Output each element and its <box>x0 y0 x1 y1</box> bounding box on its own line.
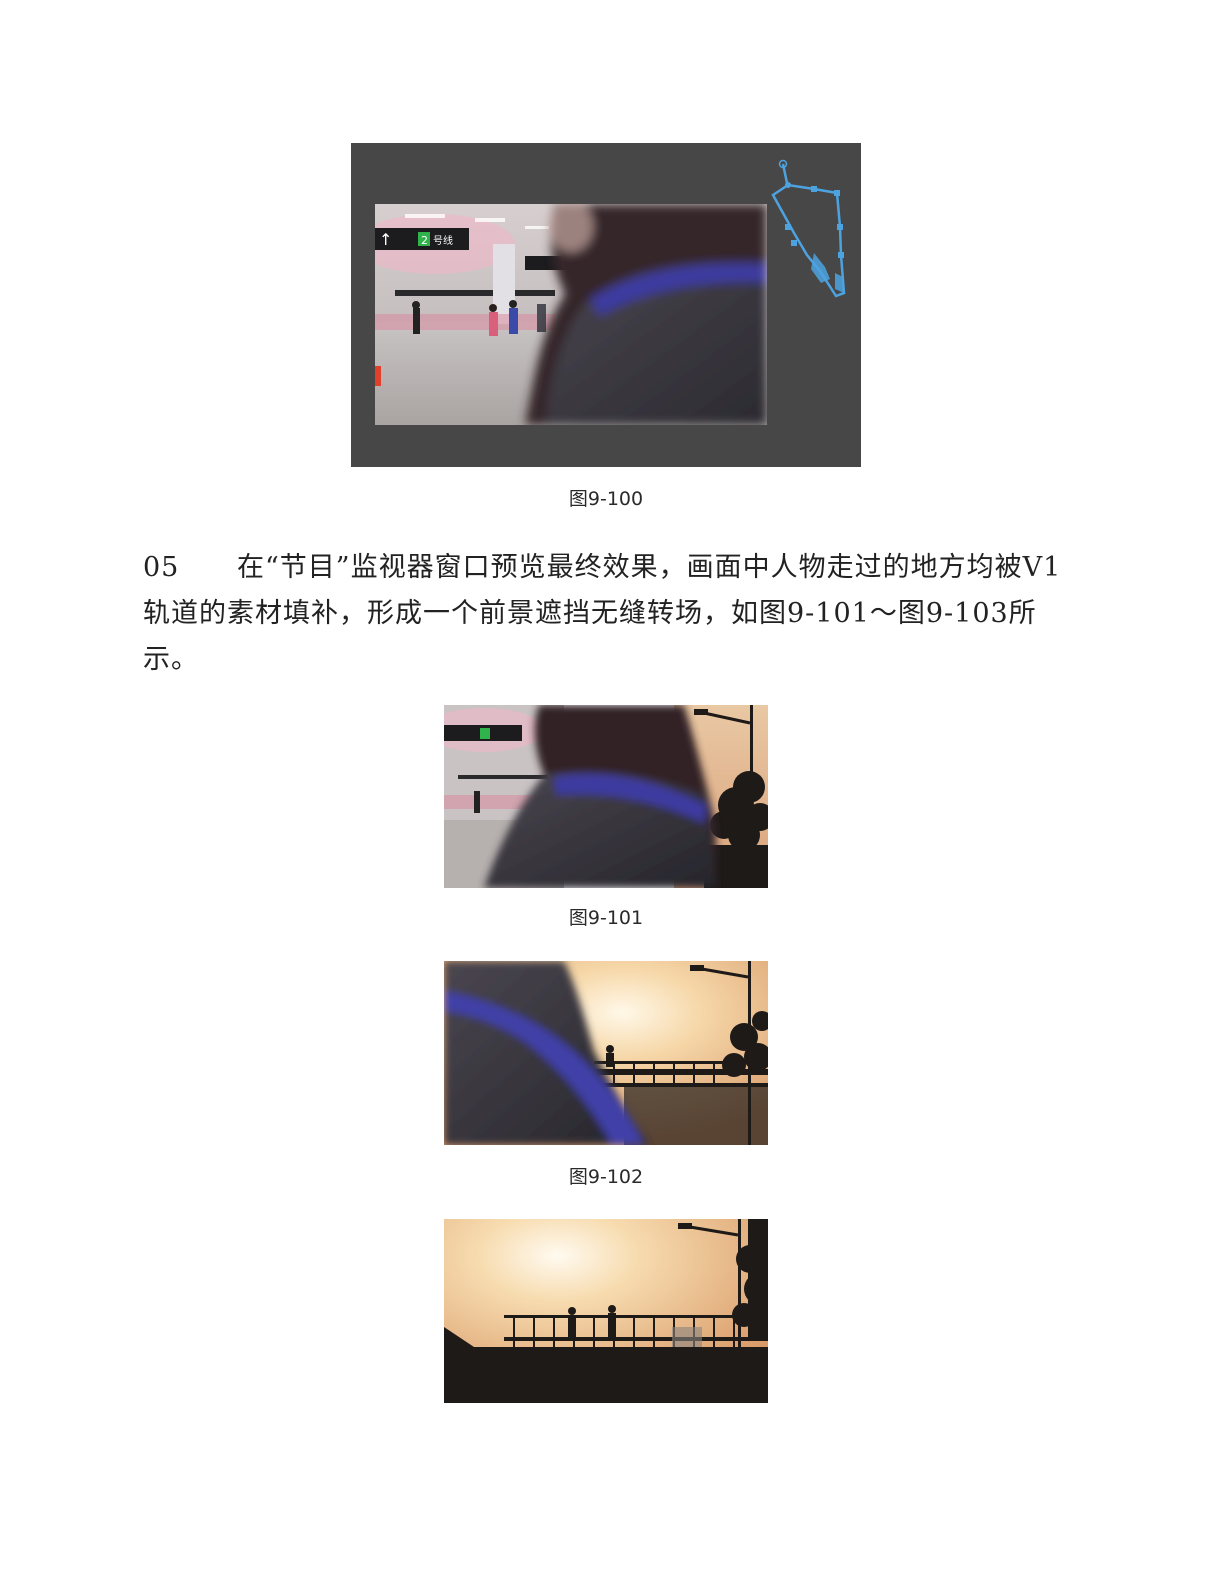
step-paragraph: 05 在“节目”监视器窗口预览最终效果，画面中人物走过的地方均被V1轨道的素材填补… <box>143 545 1083 683</box>
figure-9-101 <box>444 705 768 888</box>
transition-frame-3-image <box>444 1219 768 1403</box>
mask-path-overlay <box>771 159 846 298</box>
caption-9-100: 图9-100 <box>568 488 644 510</box>
figure-9-100: ↑ 2 号线 <box>351 143 861 467</box>
figure-9-103 <box>444 1219 768 1403</box>
walker-silhouette <box>606 1045 614 1067</box>
transition-frame-2-image <box>444 961 768 1145</box>
caption-9-101: 图9-101 <box>568 907 644 929</box>
transition-frame-1-image <box>444 705 768 888</box>
step-number: 05 <box>143 552 180 583</box>
caption-9-102: 图9-102 <box>568 1166 644 1188</box>
step-text: 在“节目”监视器窗口预览最终效果，画面中人物走过的地方均被V1轨道的素材填补，形… <box>143 552 1062 675</box>
figure-9-102 <box>444 961 768 1145</box>
